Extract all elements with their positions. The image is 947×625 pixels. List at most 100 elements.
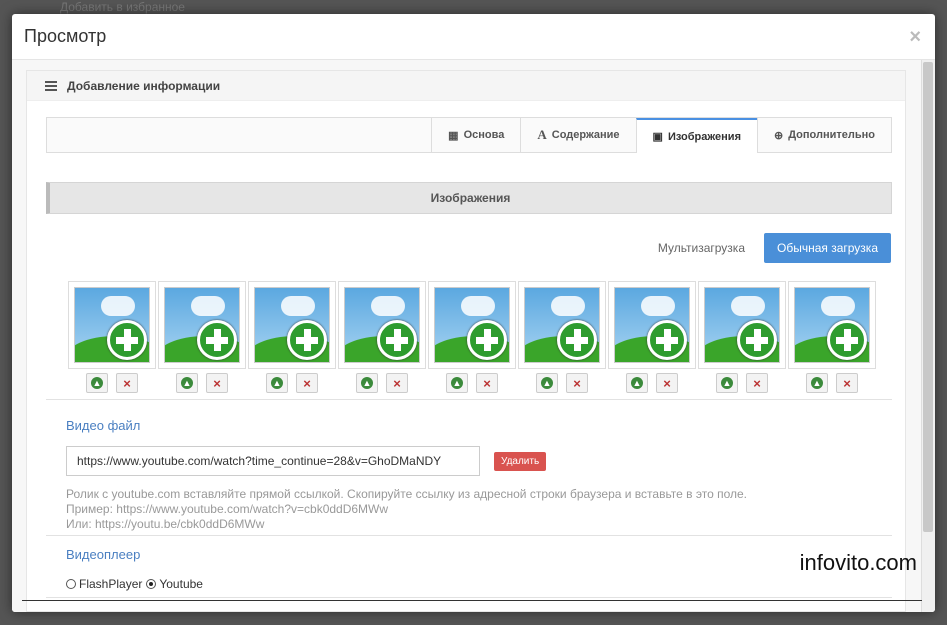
close-icon[interactable]: × xyxy=(909,26,921,49)
add-image-icon xyxy=(254,287,330,363)
image-upload-frame[interactable] xyxy=(788,281,876,369)
help-line: Или: https://youtu.be/cbk0ddD6MWw xyxy=(66,517,265,531)
move-up-button[interactable]: ▲ xyxy=(446,373,468,393)
remove-image-button[interactable]: × xyxy=(656,373,678,393)
tab-label: Дополнительно xyxy=(788,129,875,141)
add-image-icon xyxy=(524,287,600,363)
tab-content[interactable]: A Содержание xyxy=(520,118,635,152)
close-icon: × xyxy=(393,375,401,391)
arrow-up-icon: ▲ xyxy=(811,377,823,389)
modal-title: Просмотр xyxy=(24,26,107,46)
close-icon: × xyxy=(573,375,581,391)
modal-body: Добавление информации ▦ Основа A Содержа… xyxy=(12,60,935,612)
tab-label: Содержание xyxy=(551,129,620,141)
divider xyxy=(46,535,892,536)
video-player-label: Видеоплеер xyxy=(66,547,141,562)
info-panel: Добавление информации ▦ Основа A Содержа… xyxy=(26,70,906,612)
close-icon: × xyxy=(753,375,761,391)
tab-bar: ▦ Основа A Содержание ▣ Изображения ⊕ До… xyxy=(46,117,892,153)
remove-image-button[interactable]: × xyxy=(386,373,408,393)
remove-image-button[interactable]: × xyxy=(566,373,588,393)
panel-heading-title: Добавление информации xyxy=(67,78,221,93)
image-slot: ▲ × xyxy=(157,281,247,393)
add-image-icon xyxy=(74,287,150,363)
remove-image-button[interactable]: × xyxy=(746,373,768,393)
remove-image-button[interactable]: × xyxy=(116,373,138,393)
image-slot: ▲ × xyxy=(697,281,787,393)
close-icon: × xyxy=(663,375,671,391)
image-actions: ▲ × xyxy=(442,373,502,393)
image-slot: ▲ × xyxy=(607,281,697,393)
image-actions: ▲ × xyxy=(172,373,232,393)
image-upload-frame[interactable] xyxy=(248,281,336,369)
move-up-button[interactable]: ▲ xyxy=(806,373,828,393)
tab-images[interactable]: ▣ Изображения xyxy=(635,118,757,153)
image-slot: ▲ × xyxy=(337,281,427,393)
image-upload-frame[interactable] xyxy=(428,281,516,369)
image-slot: ▲ × xyxy=(247,281,337,393)
plus-circle-icon: ⊕ xyxy=(773,129,784,142)
close-icon: × xyxy=(303,375,311,391)
move-up-button[interactable]: ▲ xyxy=(626,373,648,393)
image-slots: ▲ × ▲ × ▲ × ▲ × ▲ × ▲ × ▲ × ▲ × ▲ × xyxy=(67,281,877,393)
table-icon: ▦ xyxy=(448,129,459,142)
remove-image-button[interactable]: × xyxy=(836,373,858,393)
delete-video-button[interactable]: Удалить xyxy=(494,452,547,471)
backdrop-text: Добавить в избранное xyxy=(60,0,185,14)
modal-header: Просмотр xyxy=(12,14,935,60)
remove-image-button[interactable]: × xyxy=(206,373,228,393)
bottom-rule xyxy=(22,600,922,601)
image-actions: ▲ × xyxy=(352,373,412,393)
add-image-icon xyxy=(164,287,240,363)
picture-icon: ▣ xyxy=(652,131,663,143)
arrow-up-icon: ▲ xyxy=(181,377,193,389)
help-line: Пример: https://www.youtube.com/watch?v=… xyxy=(66,502,389,516)
arrow-up-icon: ▲ xyxy=(361,377,373,389)
video-help-text: Ролик с youtube.com вставляйте прямой сс… xyxy=(66,487,747,532)
divider xyxy=(46,399,892,400)
arrow-up-icon: ▲ xyxy=(541,377,553,389)
radio-label: FlashPlayer xyxy=(79,577,143,591)
image-upload-frame[interactable] xyxy=(158,281,246,369)
image-upload-frame[interactable] xyxy=(698,281,786,369)
image-actions: ▲ × xyxy=(262,373,322,393)
remove-image-button[interactable]: × xyxy=(476,373,498,393)
move-up-button[interactable]: ▲ xyxy=(716,373,738,393)
close-icon: × xyxy=(843,375,851,391)
close-icon: × xyxy=(123,375,131,391)
move-up-button[interactable]: ▲ xyxy=(266,373,288,393)
radio-flashplayer[interactable] xyxy=(66,579,76,589)
arrow-up-icon: ▲ xyxy=(631,377,643,389)
add-image-icon xyxy=(614,287,690,363)
move-up-button[interactable]: ▲ xyxy=(86,373,108,393)
image-actions: ▲ × xyxy=(622,373,682,393)
multi-upload-link[interactable]: Мультизагрузка xyxy=(658,241,745,255)
image-slot: ▲ × xyxy=(67,281,157,393)
video-url-input[interactable] xyxy=(66,446,480,476)
remove-image-button[interactable]: × xyxy=(296,373,318,393)
tab-osnova[interactable]: ▦ Основа xyxy=(431,118,520,152)
image-upload-frame[interactable] xyxy=(338,281,426,369)
radio-youtube[interactable] xyxy=(146,579,157,589)
image-upload-frame[interactable] xyxy=(518,281,606,369)
add-image-icon xyxy=(344,287,420,363)
video-file-label: Видео файл xyxy=(66,418,141,433)
image-actions: ▲ × xyxy=(82,373,142,393)
image-slot: ▲ × xyxy=(517,281,607,393)
watermark: infovito.com xyxy=(799,550,917,575)
move-up-button[interactable]: ▲ xyxy=(536,373,558,393)
tab-label: Основа xyxy=(463,129,505,141)
move-up-button[interactable]: ▲ xyxy=(356,373,378,393)
image-actions: ▲ × xyxy=(712,373,772,393)
normal-upload-button[interactable]: Обычная загрузка xyxy=(764,233,891,263)
image-slot: ▲ × xyxy=(787,281,877,393)
scrollbar[interactable] xyxy=(921,60,935,612)
tab-additional[interactable]: ⊕ Дополнительно xyxy=(756,118,891,152)
image-upload-frame[interactable] xyxy=(68,281,156,369)
close-icon: × xyxy=(213,375,221,391)
scrollbar-thumb[interactable] xyxy=(923,62,933,532)
divider xyxy=(46,597,892,598)
move-up-button[interactable]: ▲ xyxy=(176,373,198,393)
arrow-up-icon: ▲ xyxy=(91,377,103,389)
image-upload-frame[interactable] xyxy=(608,281,696,369)
